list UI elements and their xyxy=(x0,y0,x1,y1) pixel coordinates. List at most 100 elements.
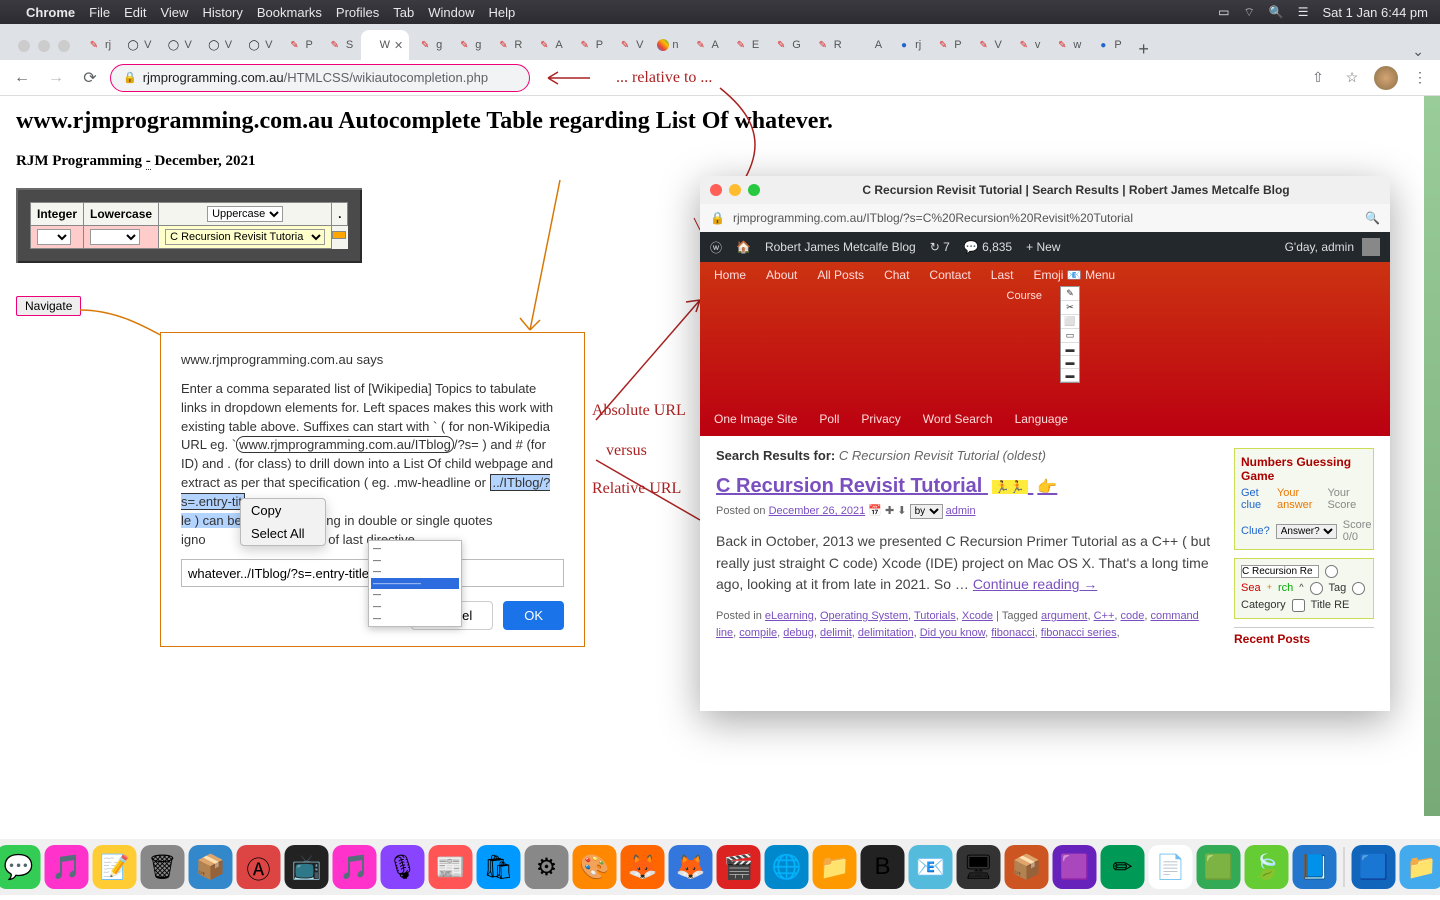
wp-new[interactable]: + New xyxy=(1026,240,1060,254)
window-min-dot[interactable] xyxy=(38,40,50,52)
navigate-button[interactable]: Navigate xyxy=(16,296,81,316)
taxonomy-link[interactable]: code xyxy=(1121,610,1145,622)
nav-privacy[interactable]: Privacy xyxy=(861,412,900,426)
browser-tab[interactable]: ✎v xyxy=(1010,30,1047,60)
dock-app[interactable]: 📄 xyxy=(1149,845,1193,889)
ac-item[interactable]: — xyxy=(371,601,459,613)
menu-history[interactable]: History xyxy=(202,5,242,20)
author-link[interactable]: admin xyxy=(946,505,976,517)
nav-contact[interactable]: Contact xyxy=(929,268,970,282)
browser-tab[interactable]: ✎g xyxy=(411,30,448,60)
nav-emoji[interactable]: Emoji 📧 Menu xyxy=(1033,268,1115,282)
browser-tab[interactable]: ◯V xyxy=(159,30,197,60)
taxonomy-link[interactable]: argument xyxy=(1041,610,1087,622)
ac-item[interactable]: — xyxy=(371,543,459,555)
nav-oneimg[interactable]: One Image Site xyxy=(714,412,797,426)
ac-item-selected[interactable]: —————— xyxy=(371,578,459,590)
get-clue-label[interactable]: Get clue xyxy=(1241,487,1271,511)
sidebar-search-input[interactable] xyxy=(1241,565,1319,578)
page-scrollbar[interactable] xyxy=(1424,96,1440,816)
search-radio-2[interactable] xyxy=(1310,582,1323,595)
wp-comments[interactable]: 💬 6,835 xyxy=(964,240,1012,254)
uppercase-select[interactable]: Uppercase xyxy=(207,206,283,222)
tool-icon[interactable]: ▬ xyxy=(1061,356,1079,369)
browser-tab[interactable]: n xyxy=(651,30,684,60)
spotlight-icon[interactable]: 🔍 xyxy=(1269,5,1284,19)
battery-icon[interactable]: ▭ xyxy=(1218,5,1229,19)
dock-app[interactable]: 💬 xyxy=(0,845,41,889)
dock-app[interactable]: Ⓐ xyxy=(237,845,281,889)
wp-avatar[interactable] xyxy=(1362,238,1380,256)
taxonomy-link[interactable]: Tutorials xyxy=(914,610,956,622)
browser-tab[interactable]: ✎P xyxy=(929,30,967,60)
app-name[interactable]: Chrome xyxy=(26,5,75,20)
dock-app[interactable]: 🗑 xyxy=(141,845,185,889)
lowercase-select[interactable] xyxy=(90,229,140,245)
nav-chat[interactable]: Chat xyxy=(884,268,909,282)
taxonomy-link[interactable]: C++ xyxy=(1094,610,1115,622)
dock-app[interactable]: ✏ xyxy=(1101,845,1145,889)
taxonomy-link[interactable]: eLearning xyxy=(765,610,814,622)
post-title[interactable]: C Recursion Revisit Tutorial 🏃🏃 👉 xyxy=(716,475,1220,498)
clock[interactable]: Sat 1 Jan 6:44 pm xyxy=(1322,5,1428,20)
taxonomy-link[interactable]: Xcode xyxy=(962,610,993,622)
wp-home-icon[interactable]: 🏠 xyxy=(736,240,751,254)
wifi-icon[interactable]: ⌔ xyxy=(1243,5,1254,20)
taxonomy-link[interactable]: Did you know xyxy=(920,627,985,639)
dock-app[interactable]: 📝 xyxy=(93,845,137,889)
dock-app[interactable]: 🎨 xyxy=(573,845,617,889)
browser-tab[interactable]: ✎S xyxy=(321,30,359,60)
main-select[interactable]: C Recursion Revisit Tutoria xyxy=(165,229,325,245)
tool-icon[interactable]: ✎ xyxy=(1061,287,1079,301)
ac-item[interactable]: — xyxy=(371,613,459,625)
share-icon[interactable]: ⇧ xyxy=(1306,69,1330,86)
chrome-menu-icon[interactable]: ⋮ xyxy=(1408,69,1432,86)
menu-window[interactable]: Window xyxy=(428,5,474,20)
back-button[interactable]: ← xyxy=(8,64,36,92)
ctx-select-all[interactable]: Select All xyxy=(241,522,325,545)
tool-icon[interactable]: ▬ xyxy=(1061,343,1079,356)
taxonomy-link[interactable]: delimitation xyxy=(858,627,914,639)
browser-tab[interactable]: ✎G xyxy=(767,30,807,60)
tab-dropdown-icon[interactable]: ⌄ xyxy=(1402,43,1434,60)
taxonomy-link[interactable]: fibonacci xyxy=(991,627,1034,639)
by-select[interactable]: by xyxy=(910,504,943,519)
dock-app[interactable]: ⚙ xyxy=(525,845,569,889)
wp-updates[interactable]: ↻ 7 xyxy=(930,240,950,254)
window-close-dot[interactable] xyxy=(18,40,30,52)
win2-close-dot[interactable] xyxy=(710,184,722,196)
browser-tab[interactable]: ●P xyxy=(1089,30,1127,60)
dock-app[interactable]: 🟩 xyxy=(1197,845,1241,889)
category-check[interactable] xyxy=(1292,599,1305,612)
taxonomy-link[interactable]: debug xyxy=(783,627,814,639)
integer-select[interactable] xyxy=(37,229,71,245)
tool-icon[interactable]: ▬ xyxy=(1061,369,1079,382)
ac-item[interactable]: — xyxy=(371,589,459,601)
tool-icon[interactable]: ▭ xyxy=(1061,329,1079,343)
dock-app[interactable]: 📁 xyxy=(1400,845,1440,889)
dock-app[interactable]: 🟪 xyxy=(1053,845,1097,889)
browser-tab[interactable]: ✎rj xyxy=(80,30,117,60)
tool-icon[interactable]: ⬜ xyxy=(1061,315,1079,329)
nav-language[interactable]: Language xyxy=(1015,412,1068,426)
taxonomy-link[interactable]: Operating System xyxy=(820,610,908,622)
dock-app[interactable]: B xyxy=(861,845,905,889)
browser-tab[interactable]: ✎P xyxy=(571,30,609,60)
ac-item[interactable]: — xyxy=(371,566,459,578)
menu-help[interactable]: Help xyxy=(489,5,516,20)
dock-app[interactable]: 📘 xyxy=(1293,845,1337,889)
dock-app[interactable]: 🎙 xyxy=(381,845,425,889)
post-date-link[interactable]: December 26, 2021 xyxy=(769,505,866,517)
dock-app[interactable]: 📧 xyxy=(909,845,953,889)
nav-about[interactable]: About xyxy=(766,268,797,282)
window-max-dot[interactable] xyxy=(58,40,70,52)
nav-course[interactable]: Course xyxy=(1007,290,1042,302)
nav-home[interactable]: Home xyxy=(714,268,746,282)
dock-app[interactable]: 🎵 xyxy=(333,845,377,889)
browser-tab[interactable]: ✎V xyxy=(611,30,649,60)
dock-app[interactable]: 🦊 xyxy=(621,845,665,889)
browser-tab[interactable]: ◯V xyxy=(200,30,238,60)
prompt-ok-button[interactable]: OK xyxy=(503,601,564,630)
profile-avatar[interactable] xyxy=(1374,66,1398,90)
browser-tab[interactable]: ◯V xyxy=(240,30,278,60)
